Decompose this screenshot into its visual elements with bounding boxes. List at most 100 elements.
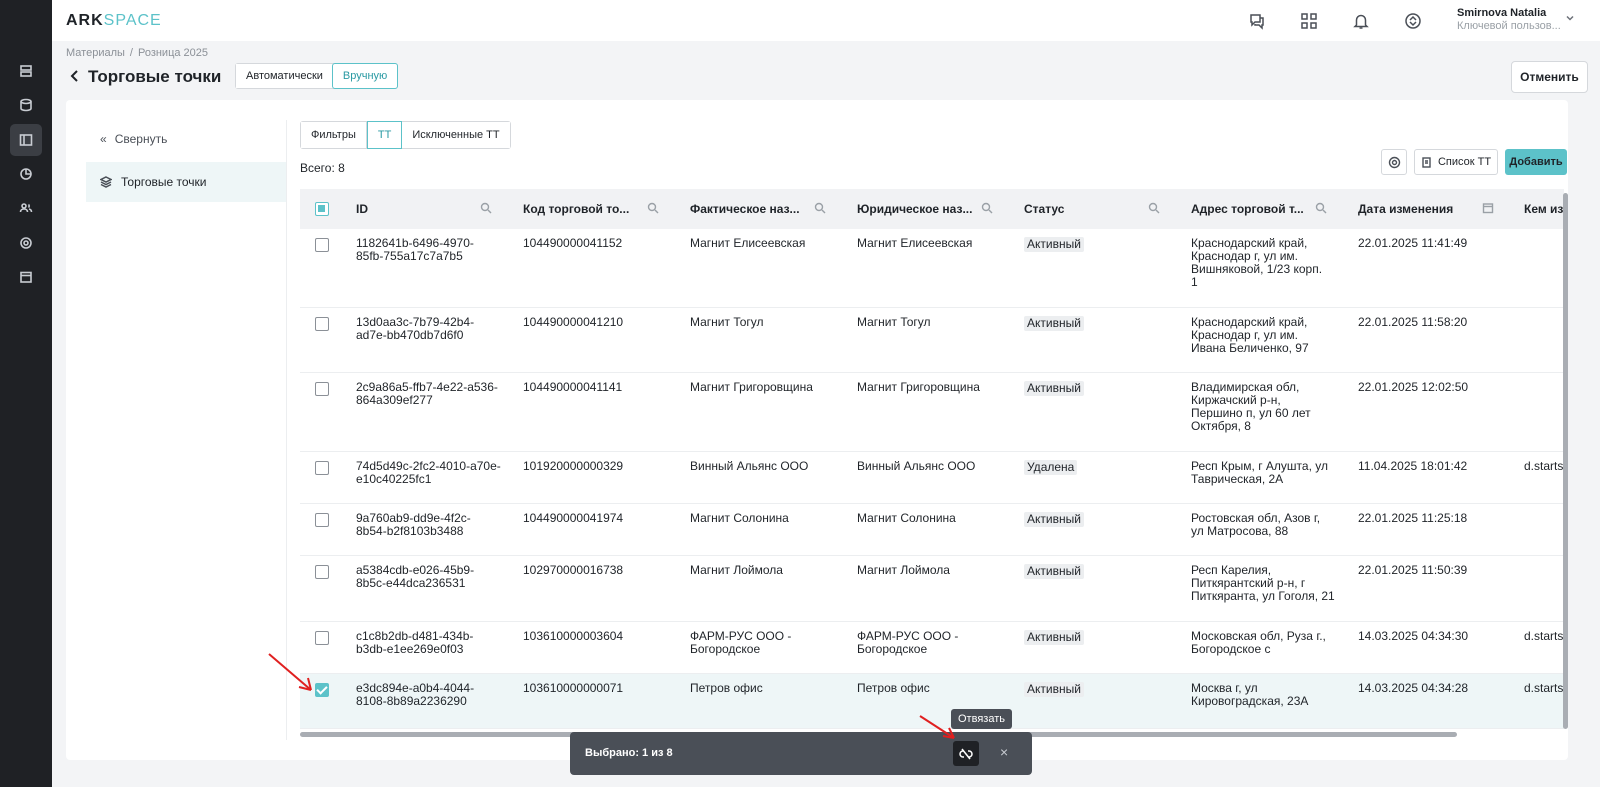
cell-fact-name: Магнит Григоровщина bbox=[690, 381, 813, 394]
layout-icon[interactable] bbox=[10, 124, 42, 156]
sidebar-item-trade-points[interactable]: Торговые точки bbox=[86, 162, 286, 202]
cell-code: 104490000041210 bbox=[523, 315, 624, 329]
cell-code: 103610000003604 bbox=[523, 629, 624, 643]
row-checkbox[interactable] bbox=[315, 461, 329, 475]
row-checkbox[interactable] bbox=[315, 565, 329, 579]
collapse-button[interactable]: « Свернуть bbox=[100, 132, 167, 146]
tt-list-button[interactable]: Список ТТ bbox=[1414, 149, 1498, 175]
gear-icon bbox=[1388, 156, 1400, 168]
breadcrumb-materials[interactable]: Материалы bbox=[66, 47, 125, 59]
calendar-icon[interactable] bbox=[1482, 202, 1496, 216]
row-checkbox[interactable] bbox=[315, 631, 329, 645]
apps-grid-icon[interactable] bbox=[1298, 10, 1320, 32]
chart-pie-icon[interactable] bbox=[10, 158, 42, 190]
cell-legal-name: Магнит Лоймола bbox=[857, 564, 950, 577]
search-icon[interactable] bbox=[1315, 202, 1329, 216]
column-header-id[interactable]: ID bbox=[356, 189, 492, 229]
calendar-icon[interactable] bbox=[10, 261, 42, 293]
vertical-scrollbar[interactable] bbox=[1563, 193, 1568, 729]
cell-address: Краснодарский край, Краснодар г, ул им. Ви… bbox=[1191, 237, 1322, 289]
column-header-legal-name[interactable]: Юридическое наз... bbox=[857, 189, 993, 229]
search-icon[interactable] bbox=[647, 202, 661, 216]
back-arrow-icon[interactable] bbox=[68, 69, 82, 86]
row-checkbox[interactable] bbox=[315, 513, 329, 527]
cell-code: 104490000041141 bbox=[523, 380, 623, 394]
table-row[interactable]: c1c8b2db-d481-434b-b3db-e1ee269e0f03 1036… bbox=[300, 622, 1564, 674]
tab-tt[interactable]: ТТ bbox=[366, 121, 403, 149]
cell-address-line: Таврическая, 2А bbox=[1191, 472, 1284, 486]
column-header-fact-name[interactable]: Фактическое наз... bbox=[690, 189, 826, 229]
column-by-label: Кем из bbox=[1524, 202, 1564, 216]
cell-id: e3dc894e-a0b4-4044- 8108-8b89a2236290 bbox=[356, 682, 474, 708]
column-address-label: Адрес торговой т... bbox=[1191, 202, 1304, 216]
column-code-label: Код торговой то... bbox=[523, 202, 630, 216]
cell-fact-name: Магнит Солонина bbox=[690, 512, 789, 525]
column-header-address[interactable]: Адрес торговой т... bbox=[1191, 189, 1327, 229]
table-settings-button[interactable] bbox=[1381, 149, 1407, 175]
row-checkbox[interactable] bbox=[315, 238, 329, 252]
user-name[interactable]: Smirnova Natalia bbox=[1457, 7, 1546, 19]
close-icon[interactable]: × bbox=[1000, 744, 1008, 760]
cancel-button[interactable]: Отменить bbox=[1511, 61, 1588, 93]
cell-id: 1182641b-6496-4970- 85fb-755a17c7a7b5 bbox=[356, 237, 474, 263]
search-icon[interactable] bbox=[814, 202, 828, 216]
chevron-down-icon[interactable] bbox=[1564, 12, 1576, 27]
app-logo[interactable]: ARKSPACE bbox=[66, 12, 162, 30]
mode-manual-button[interactable]: Вручную bbox=[331, 63, 399, 89]
table-row[interactable]: a5384cdb-e026-45b9- 8b5c-e44dca236531 1029… bbox=[300, 556, 1564, 622]
cell-changed-by: d.starts bbox=[1524, 629, 1564, 643]
table-row[interactable]: 1182641b-6496-4970- 85fb-755a17c7a7b5 1044… bbox=[300, 229, 1564, 308]
database-icon[interactable] bbox=[10, 89, 42, 121]
column-date-label: Дата изменения bbox=[1358, 202, 1454, 216]
table-row[interactable]: 2c9a86a5-ffb7-4e22-a536- 864a309ef277 1044… bbox=[300, 373, 1564, 452]
row-checkbox[interactable] bbox=[315, 683, 329, 697]
settings-icon[interactable] bbox=[10, 227, 42, 259]
bell-icon[interactable] bbox=[1350, 10, 1372, 32]
users-icon[interactable] bbox=[10, 192, 42, 224]
search-icon[interactable] bbox=[1148, 202, 1162, 216]
cell-address-line: Ивана Беличенко, 97 bbox=[1191, 341, 1309, 355]
cell-fact-name-line: Петров офис bbox=[690, 681, 763, 695]
cell-code: 102970000016738 bbox=[523, 563, 624, 577]
server-icon[interactable] bbox=[10, 55, 42, 87]
table-row[interactable]: 74d5d49c-2fc2-4010-a70e-e10c40225fc1 1019… bbox=[300, 452, 1564, 504]
mode-auto-button[interactable]: Автоматически bbox=[236, 64, 333, 88]
cell-address-line: 1 bbox=[1191, 275, 1198, 289]
row-checkbox[interactable] bbox=[315, 317, 329, 331]
add-button[interactable]: Добавить bbox=[1505, 149, 1567, 175]
cell-legal-name: Магнит Тогул bbox=[857, 316, 931, 329]
cell-address: Московская обл, Руза г., Богородское с bbox=[1191, 630, 1326, 656]
cell-date: 22.01.2025 12:02:50 bbox=[1358, 380, 1469, 394]
column-header-date[interactable]: Дата изменения bbox=[1358, 189, 1494, 229]
table-row[interactable]: 13d0aa3c-7b79-42b4- ad7e-bb470db7d6f0 1044… bbox=[300, 308, 1564, 373]
select-all-checkbox[interactable] bbox=[315, 202, 329, 216]
status-badge: Удалена bbox=[1024, 460, 1078, 475]
cell-legal-name-line: Магнит Елисеевская bbox=[857, 236, 973, 250]
support-chat-icon[interactable] bbox=[1246, 10, 1268, 32]
breadcrumb-retail[interactable]: Розница 2025 bbox=[138, 47, 208, 59]
column-header-status[interactable]: Статус bbox=[1024, 189, 1160, 229]
row-checkbox[interactable] bbox=[315, 382, 329, 396]
cell-id-line: b3db-e1ee269e0f03 bbox=[356, 642, 464, 656]
cell-address-line: Октября, 8 bbox=[1191, 419, 1251, 433]
column-header-code[interactable]: Код торговой то... bbox=[523, 189, 659, 229]
search-icon[interactable] bbox=[480, 202, 494, 216]
status-badge: Активный bbox=[1024, 381, 1084, 396]
column-header-changed-by[interactable]: Кем из bbox=[1524, 189, 1563, 229]
status-badge: Активный bbox=[1024, 512, 1084, 527]
layers-icon bbox=[100, 176, 112, 188]
cell-code: 103610000000071 bbox=[523, 681, 624, 695]
cell-code: 104490000041152 bbox=[523, 236, 623, 250]
cell-id-line: 8b5c-e44dca236531 bbox=[356, 576, 466, 590]
sync-icon[interactable] bbox=[1402, 10, 1424, 32]
column-status-label: Статус bbox=[1024, 202, 1065, 216]
cell-date: 22.01.2025 11:58:20 bbox=[1358, 315, 1468, 329]
cell-id-line: 8b54-b2f8103b3488 bbox=[356, 524, 464, 538]
sidebar-item-label: Торговые точки bbox=[121, 175, 207, 189]
user-role: Ключевой пользов... bbox=[1457, 20, 1561, 32]
table-row[interactable]: 9a760ab9-dd9e-4f2c- 8b54-b2f8103b3488 1044… bbox=[300, 504, 1564, 556]
tab-excluded[interactable]: Исключенные ТТ bbox=[402, 122, 510, 148]
search-icon[interactable] bbox=[981, 202, 995, 216]
cell-address-line: ул Матросова, 88 bbox=[1191, 524, 1289, 538]
tab-filters[interactable]: Фильтры bbox=[301, 122, 367, 148]
